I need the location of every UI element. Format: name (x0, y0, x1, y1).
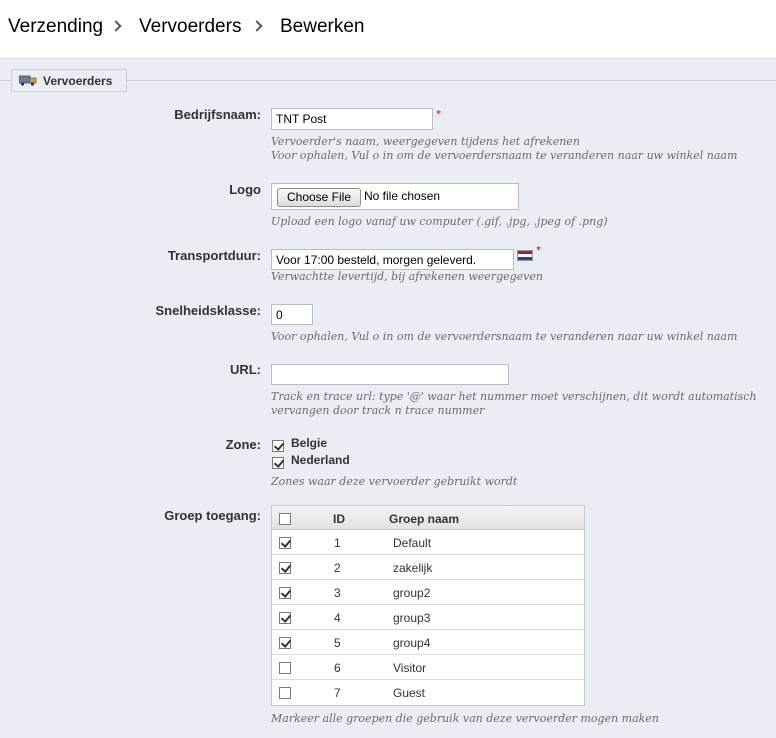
choose-file-button[interactable]: Choose File (277, 188, 361, 207)
group-name: group3 (393, 611, 431, 625)
company-hint: Vervoerder's naam, weergegeven tijdens h… (271, 135, 580, 148)
table-row: 6 Visitor (272, 655, 584, 680)
file-status: No file chosen (364, 189, 441, 203)
zone-checkbox-nederland[interactable] (272, 457, 284, 469)
breadcrumb-item-verzending[interactable]: Verzending (8, 16, 103, 38)
tracking-url-input[interactable] (271, 364, 509, 385)
transit-hint: Verwachtte levertijd, bij afrekenen weer… (271, 270, 543, 283)
logo-file-input[interactable]: Choose File No file chosen (271, 183, 519, 210)
table-row: 1 Default (272, 530, 584, 555)
group-id: 6 (334, 661, 341, 675)
group-checkbox[interactable] (279, 612, 291, 624)
group-access-label: Groep toegang: (164, 508, 261, 523)
zone-hint: Zones waar deze vervoerder gebruikt word… (271, 475, 518, 488)
chevron-right-icon (110, 20, 122, 32)
truck-icon (19, 75, 37, 86)
company-name-input[interactable]: TNT Post (271, 108, 433, 130)
logo-hint: Upload een logo vanaf uw computer (.gif,… (271, 215, 608, 228)
url-hint: Track en trace url: type '@' waar het nu… (271, 390, 757, 403)
group-access-table: ID Groep naam 1 Default 2 zakelijk 3 gro… (271, 505, 585, 706)
chevron-right-icon (251, 20, 263, 32)
select-all-checkbox[interactable] (279, 513, 291, 525)
group-name: zakelijk (393, 561, 433, 575)
fieldset-legend: Vervoerders (11, 69, 127, 92)
breadcrumb-item-bewerken: Bewerken (280, 16, 365, 37)
group-id: 1 (334, 536, 341, 550)
group-access-hint: Markeer alle groepen die gebruik van dez… (271, 712, 659, 725)
group-checkbox[interactable] (279, 562, 291, 574)
group-id: 3 (334, 586, 341, 600)
transit-label: Transportduur: (167, 248, 261, 263)
table-row: 5 group4 (272, 630, 584, 655)
logo-label: Logo (229, 182, 261, 197)
column-header-group-name: Groep naam (389, 512, 460, 526)
legend-label: Vervoerders (43, 74, 113, 88)
column-header-id: ID (333, 512, 345, 526)
required-marker: * (536, 245, 541, 256)
speed-hint: Voor ophalen, Vul o in om de vervoerders… (271, 330, 738, 343)
netherlands-flag-icon[interactable] (517, 250, 533, 261)
speed-label: Snelheidsklasse: (155, 303, 262, 318)
group-checkbox[interactable] (279, 637, 291, 649)
zone-name-belgie: Belgie (291, 436, 328, 450)
group-checkbox[interactable] (279, 587, 291, 599)
speed-grade-input[interactable]: 0 (271, 304, 313, 325)
company-label: Bedrijfsnaam: (174, 107, 261, 122)
url-label: URL: (229, 362, 261, 377)
group-id: 2 (334, 561, 341, 575)
zone-name-nederland: Nederland (291, 453, 350, 467)
group-id: 7 (334, 686, 341, 700)
table-header: ID Groep naam (272, 506, 584, 530)
group-checkbox[interactable] (279, 537, 291, 549)
group-checkbox[interactable] (279, 662, 291, 674)
company-hint-2: Voor ophalen, Vul o in om de vervoerders… (271, 149, 738, 162)
header: Verzending Vervoerders Bewerken (0, 0, 776, 59)
table-row: 7 Guest (272, 680, 584, 705)
group-name: Default (393, 536, 432, 550)
transit-time-input[interactable]: Voor 17:00 besteld, morgen geleverd. (271, 249, 514, 270)
group-name: group4 (393, 636, 431, 650)
group-name: Visitor (393, 661, 427, 675)
url-hint-2: vervangen door track n trace nummer (271, 404, 485, 417)
table-row: 4 group3 (272, 605, 584, 630)
group-id: 5 (334, 636, 341, 650)
breadcrumb-item-vervoerders[interactable]: Vervoerders (139, 16, 241, 38)
group-name: Guest (393, 686, 426, 700)
table-row: 2 zakelijk (272, 555, 584, 580)
zone-label: Zone: (225, 437, 261, 452)
required-marker: * (436, 109, 441, 120)
zone-checkbox-belgie[interactable] (272, 440, 284, 452)
group-id: 4 (334, 611, 341, 625)
table-row: 3 group2 (272, 580, 584, 605)
group-checkbox[interactable] (279, 687, 291, 699)
group-name: group2 (393, 586, 431, 600)
